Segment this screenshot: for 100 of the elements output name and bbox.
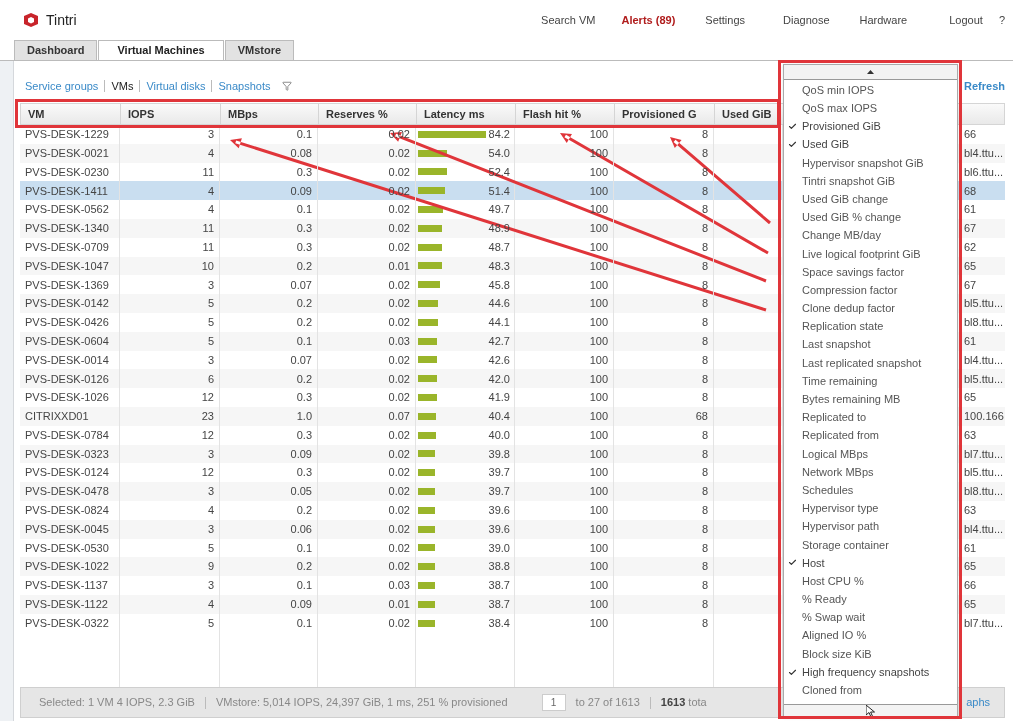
menu-item[interactable]: Block size KiB [784, 644, 957, 663]
table-cell: 0.02 [318, 519, 416, 539]
table-cell: PVS-DESK-0045 [20, 519, 120, 539]
filter-icon[interactable] [282, 81, 293, 91]
column-header[interactable]: MBps [221, 104, 319, 124]
table-cell: 4 [120, 500, 220, 520]
nav-link[interactable]: Settings [705, 11, 746, 29]
column-header[interactable]: IOPS [121, 104, 221, 124]
menu-item[interactable]: Cloned from [784, 681, 957, 700]
column-header[interactable]: Flash hit % [516, 104, 615, 124]
nav-link[interactable]: Logout [949, 11, 983, 29]
table-cell: 100 [515, 312, 614, 332]
table-cell-text: 42.6 [488, 352, 510, 368]
column-header[interactable]: Reserves % [319, 104, 417, 124]
table-cell: 100 [515, 519, 614, 539]
nav-link[interactable]: Alerts (89) [621, 11, 676, 29]
table-cell-text: 61 [964, 540, 977, 556]
menu-item[interactable]: Schedules [784, 481, 957, 500]
table-cell-text: bl4.ttu... [964, 521, 1004, 537]
table-cell: 1.0 [220, 406, 318, 426]
table-cell: 8 [614, 500, 714, 520]
menu-item[interactable]: Replicated from [784, 426, 957, 445]
menu-item-label: Last snapshot [802, 337, 871, 353]
menu-item[interactable]: Bytes remaining MB [784, 390, 957, 409]
nav-link[interactable]: Hardware [859, 11, 908, 29]
menu-item[interactable]: Logical MBps [784, 444, 957, 463]
table-cell: 5 [120, 312, 220, 332]
table-cell-text: bl4.ttu... [964, 352, 1004, 368]
table-cell-text: 39.6 [488, 503, 510, 519]
tab[interactable]: Dashboard [14, 40, 98, 60]
menu-item[interactable]: High frequency snapshots [784, 663, 957, 682]
table-cell: PVS-DESK-1137 [20, 576, 120, 595]
menu-item[interactable]: QoS min IOPS [784, 81, 957, 100]
page-field[interactable]: 1 [541, 694, 566, 711]
menu-item-label: Bytes remaining MB [802, 392, 901, 408]
menu-item[interactable]: Time remaining [784, 372, 957, 391]
tab[interactable]: VMstore [224, 40, 295, 60]
table-cell: 100 [515, 500, 614, 520]
subnav-link[interactable]: VMs [111, 77, 134, 95]
menu-item[interactable]: Last replicated snapshot [784, 353, 957, 372]
table-cell: 8 [614, 613, 714, 633]
menu-item[interactable]: Hypervisor path [784, 517, 957, 536]
table-cell: 0.3 [220, 219, 318, 238]
column-header[interactable]: Latency ms [417, 104, 516, 124]
table-cell: 100 [515, 406, 614, 426]
nav-link[interactable]: Search VM [541, 11, 596, 29]
table-cell: 0.02 [318, 312, 416, 332]
subnav-link[interactable]: Service groups [25, 77, 99, 95]
table-cell: 0.1 [220, 576, 318, 595]
page-range: to 27 of 1613 [575, 695, 640, 711]
table-cell: PVS-DESK-1122 [20, 594, 120, 614]
table-cell-text: bl7.ttu... [964, 446, 1004, 462]
table-cell: 0.02 [318, 482, 416, 501]
table-cell: 3 [120, 482, 220, 501]
table-cell-text: bl8.ttu... [964, 484, 1004, 500]
table-cell: 0.09 [220, 594, 318, 614]
table-cell-text: 42.0 [488, 371, 510, 387]
table-cell: 100 [515, 594, 614, 614]
table-cell: PVS-DESK-0021 [20, 143, 120, 163]
table-cell-text: 39.8 [488, 446, 510, 462]
menu-item[interactable]: Network MBps [784, 462, 957, 482]
total-count: 1613 tota [660, 695, 707, 711]
table-cell: 3 [120, 519, 220, 539]
table-cell-text: 39.0 [488, 540, 510, 556]
table-cell: 0.3 [220, 425, 318, 445]
menu-item-label: Hypervisor path [802, 519, 880, 535]
column-header[interactable]: VM [21, 104, 121, 124]
table-cell-text: 54.0 [488, 145, 510, 161]
menu-item[interactable]: Replicated to [784, 408, 957, 427]
table-cell-text: 44.6 [488, 296, 510, 312]
nav-link[interactable]: ? [998, 11, 1005, 29]
table-cell: 8 [614, 312, 714, 332]
table-cell: PVS-DESK-0478 [20, 482, 120, 501]
menu-item-label: Cloned from [802, 683, 862, 699]
table-cell: 5 [120, 613, 220, 633]
menu-item-label: Replicated from [802, 428, 880, 444]
table-cell: 8 [614, 576, 714, 595]
menu-item[interactable]: Hypervisor type [784, 499, 957, 518]
nav-link[interactable]: Diagnose [783, 11, 830, 29]
table-cell: 0.02 [318, 425, 416, 445]
column-header[interactable]: Provisioned G [615, 104, 715, 124]
menu-item[interactable]: QoS max IOPS [784, 99, 957, 118]
table-cell: 11 [120, 237, 220, 257]
subnav-link[interactable]: Virtual disks [146, 77, 206, 95]
table-cell-text: 48.3 [488, 258, 510, 274]
scroll-up-icon[interactable] [867, 70, 874, 74]
table-cell: 4 [120, 143, 220, 163]
table-cell: 8 [614, 594, 714, 614]
table-cell-text: 41.9 [488, 390, 510, 406]
table-cell: 0.01 [318, 594, 416, 614]
vmstore-summary: VMstore: 5,014 IOPS, 24,397 GiB, 1 ms, 251 % provisioned [215, 695, 508, 711]
table-cell-text: 52.4 [488, 164, 510, 180]
tab[interactable]: Virtual Machines [98, 40, 224, 60]
selection-summary: Selected: 1 VM 4 IOPS, 2.3 GiB [39, 695, 195, 711]
refresh-link[interactable]: Refresh [964, 77, 1005, 95]
table-cell: 0.02 [318, 219, 416, 238]
table-cell: PVS-DESK-0426 [20, 312, 120, 332]
table-cell: 100 [515, 294, 614, 313]
menu-item-label: QoS min IOPS [802, 82, 875, 98]
subnav-link[interactable]: Snapshots [218, 77, 271, 95]
